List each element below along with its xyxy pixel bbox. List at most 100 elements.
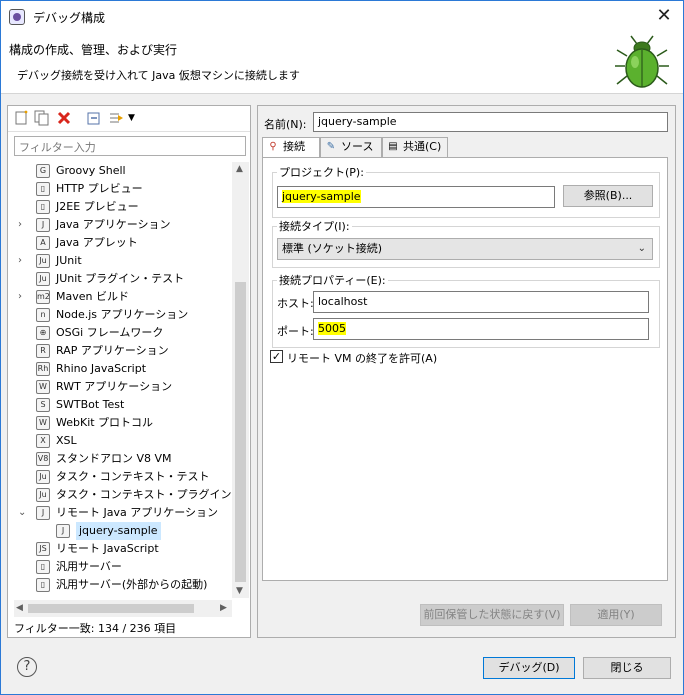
tree-item[interactable]: ▯ HTTP プレビュー xyxy=(8,180,232,198)
chevron-right-icon[interactable]: › xyxy=(18,252,28,270)
header-title: 構成の作成、管理、および実行 xyxy=(9,43,178,57)
tree-item[interactable]: R RAP アプリケーション xyxy=(8,342,232,360)
task-context-test-icon: Ju xyxy=(36,470,50,484)
chevron-right-icon[interactable]: › xyxy=(18,288,28,306)
scroll-right-icon[interactable]: ▶ xyxy=(220,603,227,613)
tree-item[interactable]: ⊕ OSGi フレームワーク xyxy=(8,324,232,342)
remote-java-application-icon: J xyxy=(36,506,50,520)
filter-icon[interactable] xyxy=(108,110,124,126)
tree-item[interactable]: A Java アプレット xyxy=(8,234,232,252)
v8-icon: V8 xyxy=(36,452,50,466)
tree-item-label: J2EE プレビュー xyxy=(56,200,139,213)
tree-item-label: タスク・コンテキスト・テスト xyxy=(56,470,210,483)
tree-item[interactable]: n Node.js アプリケーション xyxy=(8,306,232,324)
scroll-down-icon[interactable]: ▼ xyxy=(236,586,243,596)
toolbar-menu-chevron-icon[interactable]: ▼ xyxy=(128,110,144,126)
delete-icon[interactable] xyxy=(56,110,72,126)
tree-item[interactable]: V8 スタンドアロン V8 VM xyxy=(8,450,232,468)
tree-item-label: スタンドアロン V8 VM xyxy=(56,452,172,465)
help-icon[interactable]: ? xyxy=(17,657,37,677)
tree-horizontal-scrollbar[interactable]: ◀ ▶ xyxy=(14,600,232,617)
tree-item[interactable]: Rh Rhino JavaScript xyxy=(8,360,232,378)
allow-terminate-checkbox[interactable]: ✓ xyxy=(270,350,283,363)
configuration-editor-panel: 名前(N): jquery-sample ⚲ 接続 ✎ ソース ▤ 共通(C) … xyxy=(257,105,676,638)
configuration-tree: G Groovy Shell ▯ HTTP プレビュー ▯ J2EE プレビュー › J Jav… xyxy=(8,162,232,598)
remote-javascript-icon: JS xyxy=(36,542,50,556)
project-value: jquery-sample xyxy=(282,190,361,203)
left-toolbar: ▼ xyxy=(8,106,250,132)
scroll-left-icon[interactable]: ◀ xyxy=(16,603,23,613)
vertical-scroll-thumb[interactable] xyxy=(235,282,246,582)
tree-item[interactable]: › J Java アプリケーション xyxy=(8,216,232,234)
tree-item[interactable]: Ju JUnit プラグイン・テスト xyxy=(8,270,232,288)
connection-properties-label: 接続プロパティー(E): xyxy=(279,274,386,287)
j2ee-preview-icon: ▯ xyxy=(36,200,50,214)
tree-item-label: 汎用サーバー(外部からの起動) xyxy=(56,578,208,591)
debug-button[interactable]: デバッグ(D) xyxy=(483,657,575,679)
dialog-header: 構成の作成、管理、および実行 デバッグ接続を受け入れて Java 仮想マシンに接… xyxy=(1,32,683,94)
filter-status: フィルター一致: 134 / 236 項目 xyxy=(14,622,177,635)
chevron-right-icon[interactable]: › xyxy=(18,216,28,234)
duplicate-icon[interactable] xyxy=(34,110,50,126)
close-icon[interactable]: ✕ xyxy=(653,5,675,27)
tree-item[interactable]: Ju タスク・コンテキスト・テスト xyxy=(8,468,232,486)
tree-item[interactable]: W WebKit プロトコル xyxy=(8,414,232,432)
rwt-icon: W xyxy=(36,380,50,394)
remote-config-icon: J xyxy=(56,524,70,538)
new-configuration-icon[interactable] xyxy=(14,110,30,126)
tree-vertical-scrollbar[interactable]: ▲ ▼ xyxy=(232,162,249,598)
tab-source[interactable]: ✎ ソース xyxy=(320,137,382,157)
allow-terminate-label: リモート VM の終了を許可(A) xyxy=(287,352,438,365)
tab-connect[interactable]: ⚲ 接続 xyxy=(262,137,320,158)
nodejs-icon: n xyxy=(36,308,50,322)
tree-item[interactable]: ▯ 汎用サーバー xyxy=(8,558,232,576)
xsl-icon: X xyxy=(36,434,50,448)
webkit-icon: W xyxy=(36,416,50,430)
horizontal-scroll-thumb[interactable] xyxy=(28,604,194,613)
chevron-down-icon[interactable]: ⌄ xyxy=(18,504,28,522)
tree-item-label: JUnit xyxy=(56,254,82,267)
revert-button[interactable]: 前回保管した状態に戻す(V) xyxy=(420,604,564,626)
tree-item[interactable]: ⌄ J リモート Java アプリケーション xyxy=(8,504,232,522)
tree-item[interactable]: ▯ J2EE プレビュー xyxy=(8,198,232,216)
tree-item-label: 汎用サーバー xyxy=(56,560,122,573)
tree-item[interactable]: S SWTBot Test xyxy=(8,396,232,414)
apply-button[interactable]: 適用(Y) xyxy=(570,604,662,626)
browse-button[interactable]: 参照(B)... xyxy=(563,185,653,207)
tree-item[interactable]: › Ju JUnit xyxy=(8,252,232,270)
tree-item-label: リモート Java アプリケーション xyxy=(56,506,219,519)
connection-type-select[interactable]: 標準 (ソケット接続) ⌄ xyxy=(277,238,653,260)
http-preview-icon: ▯ xyxy=(36,182,50,196)
collapse-all-icon[interactable] xyxy=(86,110,102,126)
tree-item[interactable]: ▯ 汎用サーバー(外部からの起動) xyxy=(8,576,232,594)
window-title: デバッグ構成 xyxy=(33,11,106,25)
tree-item[interactable]: W RWT アプリケーション xyxy=(8,378,232,396)
header-description: デバッグ接続を受け入れて Java 仮想マシンに接続します xyxy=(17,69,300,82)
tree-item-label: Java アプレット xyxy=(56,236,138,249)
scroll-up-icon[interactable]: ▲ xyxy=(236,164,243,174)
tree-item[interactable]: Jjquery-sample xyxy=(8,522,232,540)
port-field[interactable]: 5005 xyxy=(313,318,649,340)
title-bar: デバッグ構成 ✕ xyxy=(1,1,683,32)
tree-item[interactable]: Ju タスク・コンテキスト・プラグイン・テスト xyxy=(8,486,232,504)
tree-item-label: Node.js アプリケーション xyxy=(56,308,189,321)
tree-item-label: Maven ビルド xyxy=(56,290,129,303)
task-context-plugin-test-icon: Ju xyxy=(36,488,50,502)
filter-input[interactable]: フィルター入力 xyxy=(14,136,246,156)
close-button[interactable]: 閉じる xyxy=(583,657,671,679)
name-field[interactable]: jquery-sample xyxy=(313,112,668,132)
tree-item[interactable]: JS リモート JavaScript xyxy=(8,540,232,558)
java-applet-icon: A xyxy=(36,236,50,250)
project-field[interactable]: jquery-sample xyxy=(277,186,555,208)
common-icon: ▤ xyxy=(388,141,398,152)
project-group-label: プロジェクト(P): xyxy=(279,166,364,179)
tree-item-label: HTTP プレビュー xyxy=(56,182,143,195)
connection-type-value: 標準 (ソケット接続) xyxy=(282,242,383,255)
java-application-icon: J xyxy=(36,218,50,232)
tab-common[interactable]: ▤ 共通(C) xyxy=(382,137,448,157)
host-field[interactable]: localhost xyxy=(313,291,649,313)
tree-item[interactable]: G Groovy Shell xyxy=(8,162,232,180)
tree-item[interactable]: › m2 Maven ビルド xyxy=(8,288,232,306)
tree-item[interactable]: X XSL xyxy=(8,432,232,450)
host-label: ホスト: xyxy=(277,297,314,310)
